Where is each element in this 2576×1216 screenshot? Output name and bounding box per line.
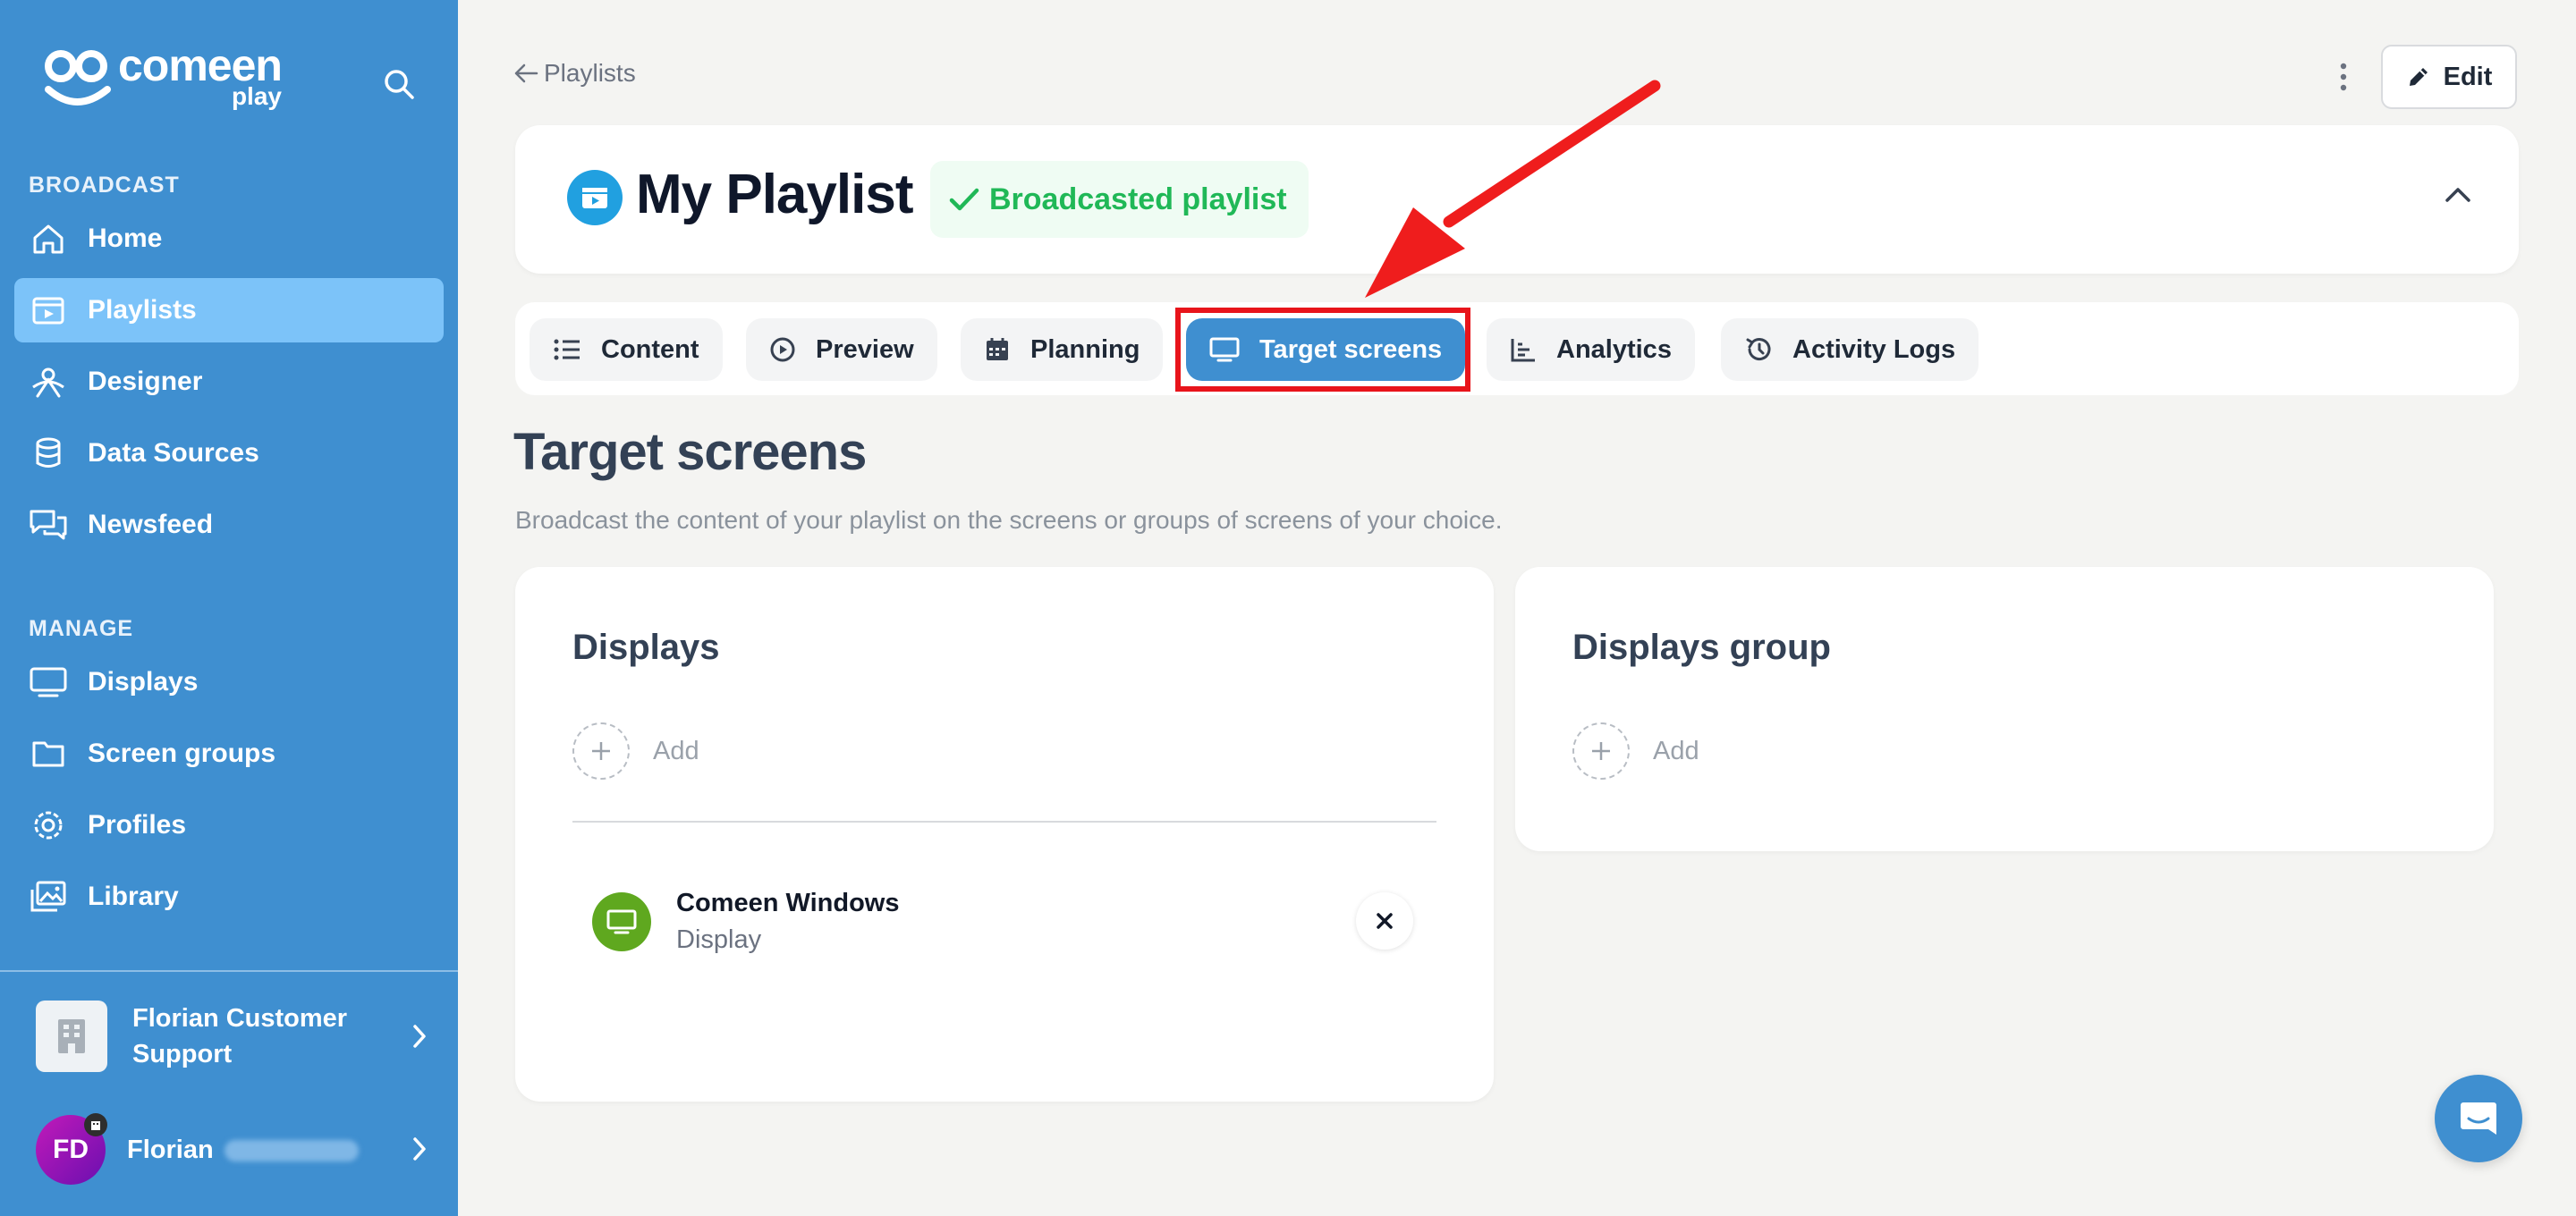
- close-icon: [1377, 913, 1393, 929]
- display-name: Comeen Windows: [676, 889, 900, 917]
- page-title: Target screens: [513, 423, 867, 481]
- display-type: Display: [676, 925, 762, 954]
- add-label: Add: [653, 736, 699, 765]
- add-label: Add: [1653, 736, 1699, 765]
- divider: [572, 821, 1436, 823]
- add-display-group-button[interactable]: Add: [1572, 722, 1699, 780]
- displays-card-title: Displays: [572, 628, 720, 667]
- list-item[interactable]: Comeen Windows Display: [592, 889, 899, 955]
- support-chat-button[interactable]: [2435, 1075, 2522, 1162]
- add-display-button[interactable]: Add: [572, 722, 699, 780]
- chat-icon: [2461, 1102, 2496, 1135]
- displays-group-card: Displays group Add: [1515, 567, 2494, 851]
- displays-card: Displays Add Comeen Windows Display: [515, 567, 1494, 1102]
- plus-icon: [1572, 722, 1630, 780]
- page-subtitle: Broadcast the content of your playlist o…: [515, 506, 1503, 534]
- displays-group-card-title: Displays group: [1572, 628, 1831, 667]
- monitor-icon: [592, 892, 651, 951]
- remove-display-button[interactable]: [1356, 892, 1413, 950]
- plus-icon: [572, 722, 630, 780]
